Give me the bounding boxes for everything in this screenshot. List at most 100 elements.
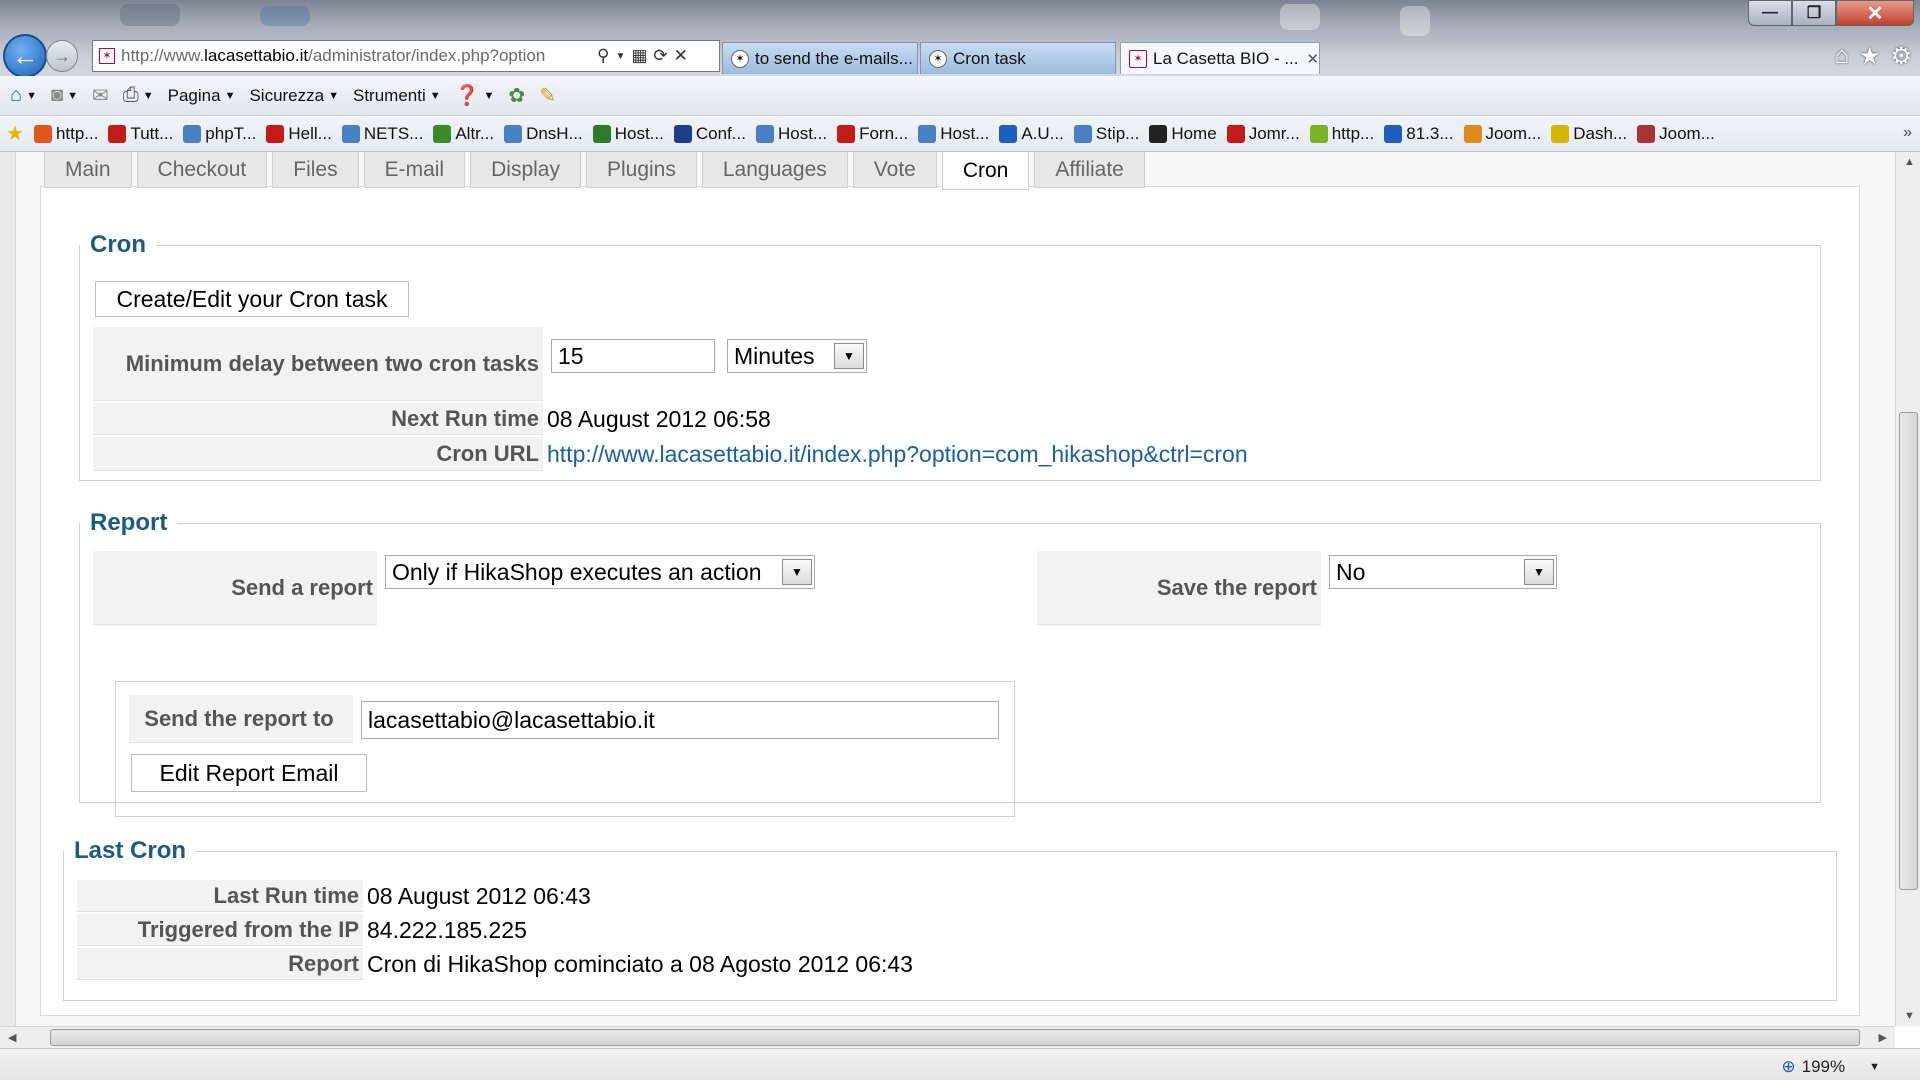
- favorite-link[interactable]: Stip...: [1073, 124, 1139, 144]
- tab-cron[interactable]: Cron: [941, 152, 1030, 190]
- favorite-link[interactable]: Altr...: [433, 124, 494, 144]
- favorite-link[interactable]: DnsH...: [504, 124, 583, 144]
- url-domain: lacasettabio.it: [204, 46, 309, 65]
- favorite-label: Dash...: [1573, 123, 1628, 143]
- address-url[interactable]: http://www.lacasettabio.it/administrator…: [121, 46, 591, 66]
- ie-page-icon: [1073, 124, 1092, 143]
- browser-tab[interactable]: ✶ Cron task: [920, 42, 1116, 74]
- print-button[interactable]: ⎙ ▼: [123, 84, 154, 107]
- compatibility-view-icon[interactable]: ▦: [631, 46, 647, 66]
- scroll-up-icon[interactable]: ▲: [1904, 156, 1915, 168]
- tab-main[interactable]: Main: [44, 152, 132, 188]
- gear-icon[interactable]: ⚙: [1890, 42, 1912, 71]
- addon-button[interactable]: ✎: [539, 83, 556, 108]
- cron-url-label: Cron URL: [93, 437, 543, 471]
- tab-vote[interactable]: Vote: [852, 152, 937, 188]
- tab-affiliate[interactable]: Affiliate: [1034, 152, 1145, 188]
- minimize-button[interactable]: —: [1748, 0, 1792, 26]
- tab-display[interactable]: Display: [470, 152, 581, 188]
- favorite-link[interactable]: Host...: [918, 124, 989, 144]
- stop-icon[interactable]: ✕: [674, 46, 688, 66]
- menu-pagina[interactable]: Pagina ▼: [168, 86, 236, 106]
- send-to-email-input[interactable]: lacasettabio@lacasettabio.it: [361, 701, 999, 739]
- scroll-left-icon[interactable]: ◀: [8, 1031, 16, 1044]
- tab-files[interactable]: Files: [272, 152, 359, 188]
- tab-e-mail[interactable]: E-mail: [363, 152, 466, 188]
- min-delay-input[interactable]: 15: [551, 339, 715, 373]
- tab-plugins[interactable]: Plugins: [585, 152, 697, 188]
- chevron-down-icon: ▼: [328, 89, 339, 102]
- back-button[interactable]: ←: [3, 34, 47, 76]
- chevron-down-icon[interactable]: ▼: [1524, 559, 1554, 585]
- favorite-link[interactable]: http...: [33, 124, 98, 144]
- browser-tab[interactable]: ✶ to send the e-mails...: [722, 42, 918, 74]
- favorite-link[interactable]: Joom...: [1637, 124, 1715, 144]
- tab-languages[interactable]: Languages: [701, 152, 848, 188]
- scroll-right-icon[interactable]: ▶: [1879, 1031, 1887, 1044]
- vertical-scroll-thumb[interactable]: [1899, 412, 1918, 890]
- refresh-icon[interactable]: ⟳: [653, 46, 667, 66]
- cron-url-link[interactable]: http://www.lacasettabio.it/index.php?opt…: [547, 441, 1248, 468]
- addon-icon: ✿: [508, 85, 526, 107]
- favorite-link[interactable]: Host...: [592, 123, 664, 144]
- chevron-down-icon[interactable]: ▼: [1869, 1061, 1880, 1073]
- scroll-down-icon[interactable]: ▼: [1904, 1010, 1915, 1022]
- home-menu-button[interactable]: ⌂ ▼: [10, 84, 37, 107]
- save-report-select[interactable]: No ▼: [1329, 555, 1557, 589]
- menu-label: Sicurezza: [249, 85, 325, 105]
- last-run-value: 08 August 2012 06:43: [367, 882, 591, 909]
- feeds-button[interactable]: ◙ ▼: [51, 84, 78, 107]
- create-edit-cron-button[interactable]: Create/Edit your Cron task: [95, 281, 409, 317]
- send-report-label: Send a report: [93, 551, 377, 625]
- vertical-scrollbar[interactable]: ▲ ▼: [1895, 152, 1920, 1026]
- edit-report-email-button[interactable]: Edit Report Email: [131, 754, 367, 792]
- mail-button[interactable]: ✉: [92, 83, 109, 108]
- favorite-link[interactable]: Tutt...: [108, 124, 173, 144]
- send-report-select[interactable]: Only if HikaShop executes an action ▼: [385, 555, 815, 589]
- favorite-label: Joom...: [1659, 123, 1715, 143]
- close-window-button[interactable]: ✕: [1836, 0, 1914, 26]
- chevron-down-icon[interactable]: ▼: [834, 343, 864, 369]
- favorite-link[interactable]: Jomr...: [1226, 124, 1300, 144]
- favorite-link[interactable]: NETS...: [341, 124, 423, 144]
- favorite-link[interactable]: 81.3...: [1384, 124, 1454, 144]
- favorite-link[interactable]: Conf...: [673, 124, 746, 144]
- favorite-link[interactable]: Joom...: [1463, 124, 1541, 144]
- horizontal-scrollbar[interactable]: ◀ ▶: [0, 1026, 1895, 1048]
- browser-tab-active[interactable]: ✶ La Casetta BIO - ... ✕: [1120, 42, 1320, 74]
- url-path: /administrator/index.php?option: [308, 46, 546, 65]
- menu-strumenti[interactable]: Strumenti ▼: [353, 86, 441, 106]
- chevron-down-icon[interactable]: ▼: [782, 559, 812, 585]
- search-icon[interactable]: ⚲: [597, 46, 609, 66]
- dropdown-icon[interactable]: ▼: [615, 51, 625, 62]
- house-icon: [999, 124, 1018, 143]
- addon-button[interactable]: ✿: [508, 83, 525, 108]
- favorite-link[interactable]: http...: [1309, 124, 1374, 144]
- menu-sicurezza[interactable]: Sicurezza ▼: [249, 86, 339, 106]
- favorites-star[interactable]: ★: [6, 121, 24, 146]
- zoom-control[interactable]: ⊕ 199% ▼: [1781, 1057, 1880, 1077]
- favorite-link[interactable]: Home: [1149, 124, 1217, 144]
- forward-button[interactable]: →: [46, 40, 78, 72]
- restore-button[interactable]: ❐: [1792, 0, 1836, 26]
- favorite-link[interactable]: phpT...: [183, 124, 256, 144]
- favorite-link[interactable]: Dash...: [1551, 124, 1627, 144]
- min-delay-unit-select[interactable]: Minutes ▼: [727, 339, 867, 373]
- favorites-list: http... Tutt... phpT... Hell... NETS... Altr.…: [33, 123, 1725, 144]
- horizontal-scroll-thumb[interactable]: [50, 1029, 1860, 1046]
- favorite-link[interactable]: A.U...: [999, 124, 1064, 144]
- favorite-label: Host...: [614, 123, 664, 143]
- close-tab-icon[interactable]: ✕: [1307, 50, 1319, 68]
- tab-checkout[interactable]: Checkout: [136, 152, 268, 188]
- flag-icon: [266, 124, 285, 143]
- favorite-link[interactable]: Hell...: [266, 124, 332, 144]
- favorite-link[interactable]: Forn...: [837, 124, 908, 144]
- favorite-link[interactable]: Host...: [755, 124, 827, 144]
- chevron-double-right-icon[interactable]: »: [1903, 124, 1912, 142]
- group-icon: [433, 124, 452, 143]
- home-icon[interactable]: ⌂: [1834, 42, 1849, 71]
- favorites-star-icon[interactable]: ★: [1859, 42, 1881, 71]
- favorite-label: Forn...: [859, 123, 909, 143]
- address-bar[interactable]: ✶ http://www.lacasettabio.it/administrat…: [92, 40, 720, 72]
- help-button[interactable]: ❓ ▼: [455, 83, 495, 108]
